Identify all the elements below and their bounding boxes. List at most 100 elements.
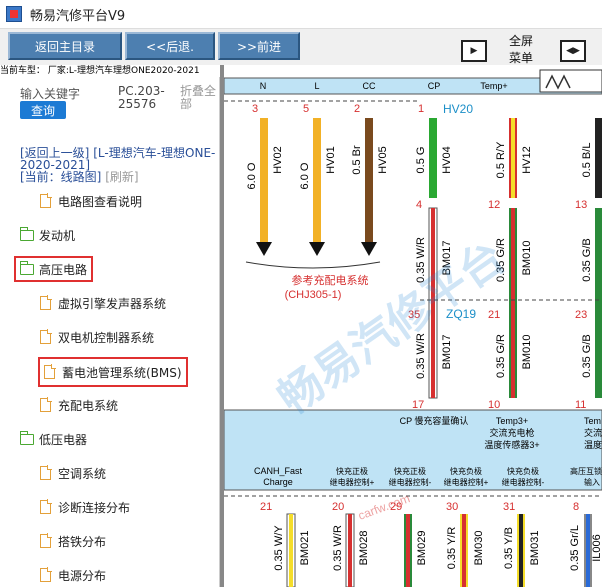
pin-number: 13 xyxy=(575,199,587,211)
pin-number: 23 xyxy=(575,309,587,321)
wire-name: BM031 xyxy=(529,531,541,566)
wire-stripe xyxy=(511,208,515,398)
module-label: 交流 xyxy=(584,427,602,438)
tree-item-ground[interactable]: 搭铁分布 xyxy=(40,528,106,554)
wire-name: BM010 xyxy=(521,335,533,370)
refresh-link[interactable]: [刷新] xyxy=(105,170,138,184)
wire-name: BM021 xyxy=(299,531,311,566)
wire-spec: 0.35 G/B xyxy=(581,238,593,281)
tree-item-dual-motor[interactable]: 双电机控制器系统 xyxy=(40,324,154,350)
bottom-label: 输入 xyxy=(584,477,600,487)
wire-name: HV01 xyxy=(325,146,337,174)
document-icon xyxy=(44,364,56,379)
document-icon xyxy=(40,295,52,310)
top-pin-label: L xyxy=(314,81,319,91)
panel-toggle-button[interactable]: ▶ xyxy=(461,40,487,62)
tree-item-bms[interactable]: 蓄电池管理系统(BMS) xyxy=(38,357,188,387)
top-pin-label: Temp+ xyxy=(480,81,507,91)
search-button[interactable]: 查询 xyxy=(20,101,66,119)
pin-number: 30 xyxy=(446,501,458,513)
arrow-down-icon xyxy=(256,242,272,256)
wiring-diagram[interactable]: N L CC CP Temp+ 3 5 2 1 HV20 6.0 O HV02 … xyxy=(224,65,602,587)
wire-name: HV04 xyxy=(441,146,453,174)
tree-item-charge-distribution[interactable]: 充配电系统 xyxy=(40,392,118,418)
wire-spec: 0.5 Br xyxy=(351,145,363,175)
breadcrumb-current: [当前：线路图] xyxy=(20,170,102,184)
pin-number: 5 xyxy=(303,103,309,115)
play-icon: ▶ xyxy=(470,46,478,56)
wire-name: BM029 xyxy=(416,531,428,566)
tree-item-low-voltage[interactable]: 低压电器 xyxy=(20,426,87,452)
wire-stripe xyxy=(586,514,590,587)
wire-name: BM030 xyxy=(473,531,485,566)
collapse-all-link[interactable]: 折叠全部 xyxy=(180,85,219,111)
reference-code: (CHJ305-1) xyxy=(285,289,342,301)
forward-button[interactable]: >>前进 xyxy=(218,32,300,60)
wire-spec: 0.35 G/R xyxy=(495,334,507,378)
tree-item-label: 诊断连接分布 xyxy=(58,500,131,515)
tree-item-circuit-guide[interactable]: 电路图查看说明 xyxy=(40,188,142,214)
document-icon xyxy=(40,533,52,548)
document-icon xyxy=(40,567,52,582)
wire-orange xyxy=(313,118,321,242)
pin-number: 1 xyxy=(418,103,424,115)
wire-stripe xyxy=(511,118,515,198)
wire-spec: 0.35 Y/B xyxy=(503,527,515,569)
tree-item-engine[interactable]: 发动机 xyxy=(20,222,75,248)
tree-item-power[interactable]: 电源分布 xyxy=(40,562,106,587)
watermark: 畅易汽修平台 xyxy=(270,232,514,424)
app-title: 畅易汽修平台V9 xyxy=(30,8,126,24)
pin-number: 17 xyxy=(412,399,424,411)
wire-name: BM010 xyxy=(521,241,533,276)
module-label: Tem xyxy=(584,416,601,426)
document-icon xyxy=(40,329,52,344)
tree-item-ac[interactable]: 空调系统 xyxy=(40,460,106,486)
pin-number: 11 xyxy=(575,399,586,411)
bottom-label: 高压互锁 xyxy=(570,466,602,476)
back-button[interactable]: <<后退. xyxy=(125,32,215,60)
top-pin-label: CP xyxy=(428,81,441,91)
wire-name: BM017 xyxy=(441,335,453,370)
pin-number: 2 xyxy=(354,103,360,115)
brace-line xyxy=(245,261,381,269)
vehicle-info: 当前车型： 厂家:L-理想汽车理想ONE2020-2021 xyxy=(0,65,220,77)
arrow-down-icon xyxy=(309,242,325,256)
title-bar: 畅易汽修平台V9 xyxy=(0,0,602,29)
folder-icon xyxy=(20,260,34,275)
wire-black xyxy=(595,118,602,198)
bottom-label: 继电器控制- xyxy=(502,477,545,487)
wire-brown xyxy=(365,118,373,242)
module-label: 温度 xyxy=(584,439,602,450)
fullscreen-button[interactable]: ◀▶ xyxy=(560,40,586,62)
fullscreen-label: 全屏 xyxy=(509,34,534,48)
bottom-label: 快充正极 xyxy=(336,466,368,476)
wire-name: IL006 xyxy=(591,534,602,562)
wire-name: HV12 xyxy=(521,146,533,174)
module-label: 交流充电枪 xyxy=(489,427,534,438)
keyword-label: 输入关键字 xyxy=(20,87,81,101)
tree-item-label: 虚拟引擎发声器系统 xyxy=(58,296,167,311)
breadcrumb: [返回上一级] [L-理想汽车-理想ONE-2020-2021] [当前：线路图… xyxy=(20,147,216,183)
tree-item-high-voltage[interactable]: 高压电路 xyxy=(14,256,94,282)
bottom-label: 继电器控制- xyxy=(389,477,432,487)
tree-item-label: 双电机控制器系统 xyxy=(58,330,155,345)
wire-orange xyxy=(260,118,268,242)
tree-item-sound-generator[interactable]: 虚拟引擎发声器系统 xyxy=(40,290,166,316)
bottom-label: CANH_Fast xyxy=(254,466,303,476)
top-pin-label: CC xyxy=(363,81,376,91)
bottom-label: 快充正极 xyxy=(394,466,426,476)
bottom-label: Charge xyxy=(263,477,293,487)
tree-item-label: 空调系统 xyxy=(58,466,107,481)
wire-spec: 0.5 R/Y xyxy=(495,141,507,178)
pin-number: 12 xyxy=(488,199,500,211)
tree-item-diagnostic[interactable]: 诊断连接分布 xyxy=(40,494,130,520)
wire-spec: 0.35 Y/R xyxy=(446,527,458,570)
pin-number: 21 xyxy=(260,501,272,513)
home-button[interactable]: 返回主目录 xyxy=(8,32,122,60)
tree-item-label: 发动机 xyxy=(39,228,76,243)
module-label: Temp3+ xyxy=(496,416,528,426)
wire-name: HV05 xyxy=(377,146,389,174)
document-icon xyxy=(40,193,52,208)
pin-number: 3 xyxy=(252,103,258,115)
folder-icon xyxy=(20,430,34,445)
